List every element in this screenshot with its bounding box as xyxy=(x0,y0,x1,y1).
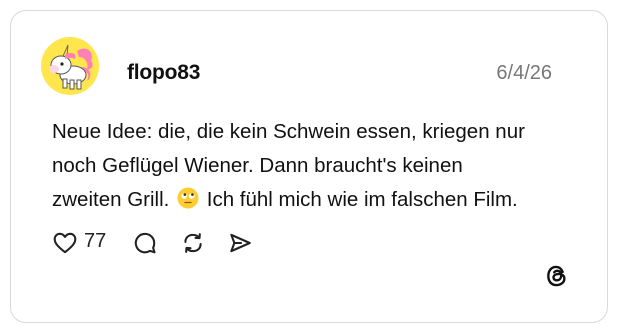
comment-icon xyxy=(134,232,156,254)
face-with-rolling-eyes-icon xyxy=(177,187,199,209)
post-text-line: zweiten Grill. Ich fühl mich wie im fals… xyxy=(52,183,592,217)
post-text-line: noch Geflügel Wiener. Dann braucht's kei… xyxy=(52,154,463,177)
post-text-segment: zweiten Grill. xyxy=(52,188,170,211)
heart-icon xyxy=(53,232,77,254)
post-text: Neue Idee: die, die kein Schwein essen, … xyxy=(52,115,592,217)
comment-button[interactable] xyxy=(132,230,158,256)
share-icon xyxy=(230,233,251,253)
share-button[interactable] xyxy=(227,230,253,256)
unicorn-avatar-icon xyxy=(49,44,93,90)
like-count: 77 xyxy=(84,230,107,252)
avatar[interactable] xyxy=(41,37,99,95)
post-text-segment: Ich fühl mich wie im falschen Film. xyxy=(206,188,518,211)
post-date: 6/4/26 xyxy=(496,62,552,84)
repost-icon xyxy=(184,233,202,253)
username[interactable]: flopo83 xyxy=(127,61,200,85)
threads-logo-icon[interactable] xyxy=(544,263,570,294)
post-text-line: Neue Idee: die, die kein Schwein essen, … xyxy=(52,120,525,143)
like-button[interactable] xyxy=(52,230,78,256)
post-card: flopo83 6/4/26 Neue Idee: die, die kein … xyxy=(10,10,608,323)
repost-button[interactable] xyxy=(180,230,206,256)
